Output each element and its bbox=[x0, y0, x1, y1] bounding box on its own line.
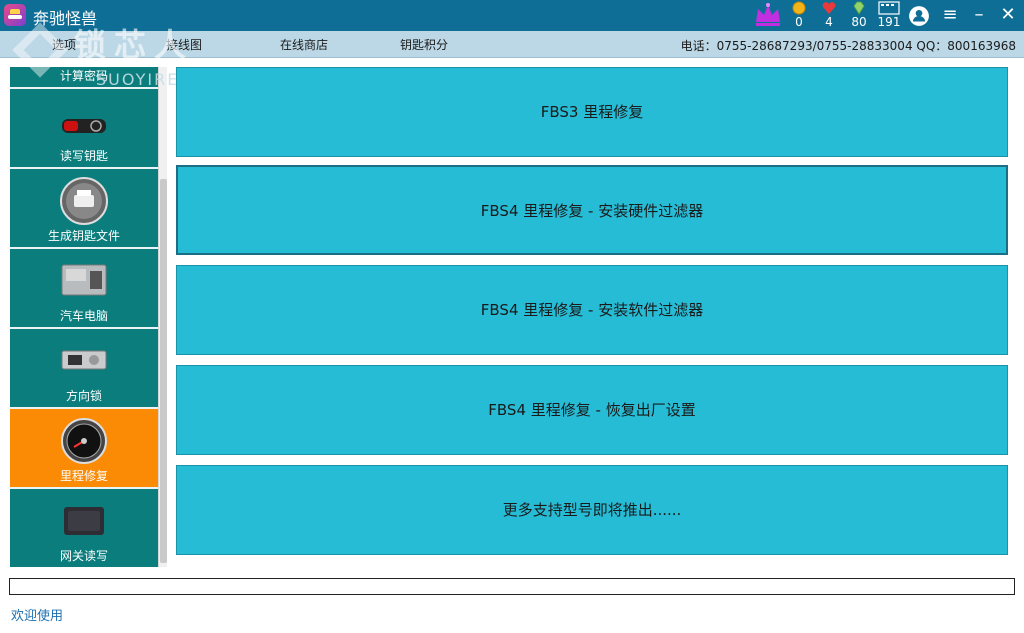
hearts-stat: 4 bbox=[815, 1, 843, 30]
fbs4-factory-reset-button[interactable]: FBS4 里程修复 - 恢复出厂设置 bbox=[176, 365, 1008, 455]
days-count: 191 bbox=[877, 15, 901, 29]
sidebar-item-label: 方向锁 bbox=[65, 389, 102, 403]
sidebar-item-label: 里程修复 bbox=[59, 469, 108, 483]
diamond-icon bbox=[853, 1, 865, 15]
speedometer-icon bbox=[61, 418, 107, 464]
menu-key-points[interactable]: 钥匙积分 bbox=[400, 36, 448, 53]
fbs3-mileage-repair-button[interactable]: FBS3 里程修复 bbox=[176, 67, 1008, 157]
ecu-icon bbox=[61, 264, 107, 296]
progress-bar bbox=[9, 578, 1015, 595]
menu-options[interactable]: 选项 bbox=[52, 36, 76, 53]
menu-icon[interactable]: ≡ bbox=[939, 4, 961, 26]
scrollbar-thumb[interactable] bbox=[160, 179, 167, 563]
coins-count: 0 bbox=[795, 15, 803, 29]
gateway-module-icon bbox=[64, 507, 104, 535]
sidebar-item-steering-lock[interactable]: 方向锁 bbox=[10, 329, 158, 407]
more-models-button[interactable]: 更多支持型号即将推出...... bbox=[176, 465, 1008, 555]
contact-info: 电话：0755-28687293/0755-28833004 QQ：800163… bbox=[680, 39, 1016, 53]
sidebar-item-car-ecu[interactable]: 汽车电脑 bbox=[10, 249, 158, 327]
fbs4-software-filter-button[interactable]: FBS4 里程修复 - 安装软件过滤器 bbox=[176, 265, 1008, 355]
sidebar-item-gateway-rw[interactable]: 网关读写 bbox=[10, 489, 158, 567]
app-logo-icon bbox=[4, 4, 26, 26]
fbs4-hardware-filter-button[interactable]: FBS4 里程修复 - 安装硬件过滤器 bbox=[176, 165, 1008, 255]
printer-icon bbox=[60, 177, 108, 225]
menu-online-store[interactable]: 在线商店 bbox=[280, 36, 328, 53]
close-icon[interactable]: ✕ bbox=[997, 4, 1019, 26]
sidebar-item-mileage-repair[interactable]: 里程修复 bbox=[10, 409, 158, 487]
minimize-icon[interactable]: – bbox=[968, 4, 990, 26]
coins-stat: 0 bbox=[785, 1, 813, 30]
sidebar-item-label: 读写钥匙 bbox=[59, 149, 108, 163]
sidebar-item-label: 生成钥匙文件 bbox=[47, 229, 120, 243]
sidebar: 计算密码 读写钥匙 生成钥匙文件 汽车电脑 方向锁 里程修复 网关读写 bbox=[10, 67, 158, 567]
calendar-icon bbox=[878, 1, 900, 15]
sidebar-item-generate-key-file[interactable]: 生成钥匙文件 bbox=[10, 169, 158, 247]
sidebar-item-read-write-key[interactable]: 读写钥匙 bbox=[10, 89, 158, 167]
sidebar-scrollbar[interactable] bbox=[158, 67, 167, 567]
sidebar-item-label: 网关读写 bbox=[59, 549, 108, 563]
heart-icon bbox=[822, 2, 836, 15]
user-account-icon[interactable] bbox=[908, 5, 930, 27]
sidebar-item-label: 汽车电脑 bbox=[59, 309, 108, 323]
hearts-count: 4 bbox=[825, 15, 833, 29]
diamonds-stat: 80 bbox=[845, 1, 873, 30]
car-key-icon bbox=[62, 119, 106, 133]
vip-crown-icon[interactable] bbox=[753, 2, 783, 28]
watermark-text: 锁芯人 bbox=[74, 26, 195, 64]
steering-lock-icon bbox=[61, 350, 107, 370]
coin-icon bbox=[792, 1, 806, 15]
status-text: 欢迎使用 bbox=[11, 609, 64, 624]
diamonds-count: 80 bbox=[851, 15, 867, 29]
days-stat: 191 bbox=[875, 1, 903, 30]
